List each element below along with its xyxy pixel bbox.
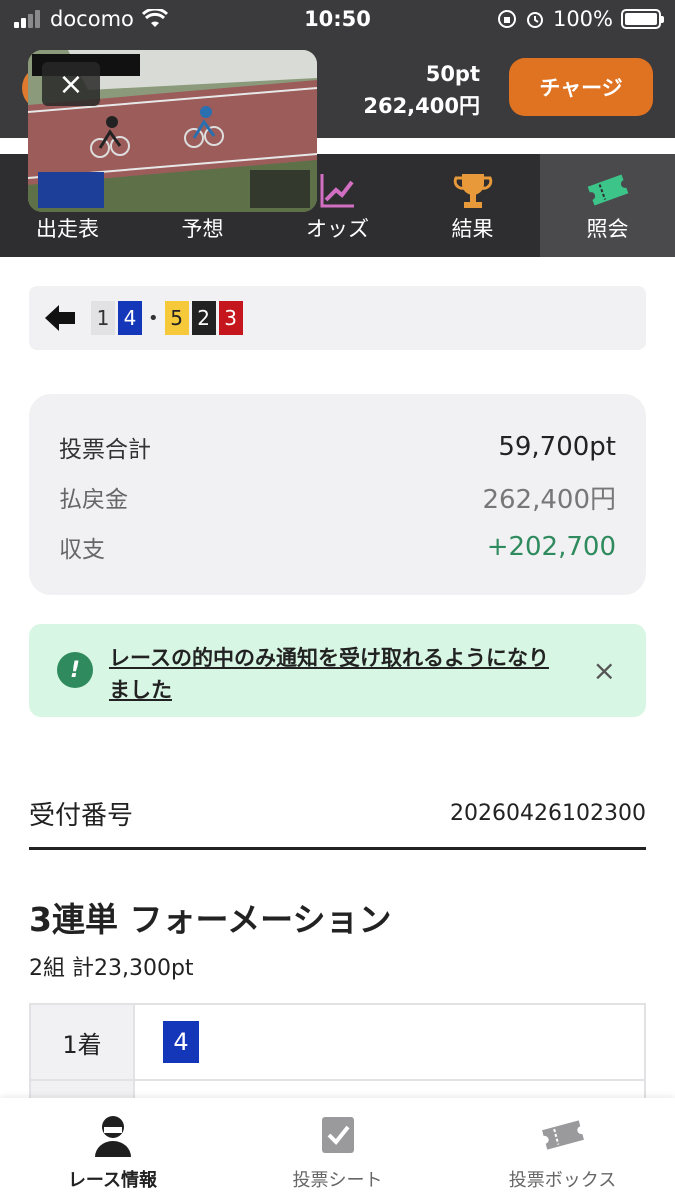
racer-icon [94, 1116, 131, 1157]
charge-button[interactable]: チャージ [509, 58, 653, 116]
bet-summary: 2組 計23,300pt [29, 956, 194, 981]
bike-number-5: 5 [164, 301, 189, 335]
points-value: 50pt [425, 62, 480, 86]
race-combination-row: 1 4 • 5 2 3 [29, 286, 646, 350]
alarm-icon [526, 12, 543, 28]
bike-number-badge: 4 [163, 1021, 199, 1063]
points-display: 50pt 262,400円 [363, 58, 480, 122]
tab-label: 結果 [451, 217, 494, 241]
vote-sheet-icon [321, 1117, 354, 1153]
table-row: 1着 4 [31, 1005, 644, 1081]
bike-number-4: 4 [118, 301, 142, 335]
close-video-button[interactable]: × [42, 62, 100, 106]
summary-card: 投票合計 59,700pt 払戻金 262,400円 収支 +202,700 [29, 394, 646, 595]
balance-label: 収支 [59, 537, 105, 563]
nav-label: レース情報 [67, 1170, 158, 1191]
position-cell: 4 [135, 1005, 644, 1079]
bike-number-3: 3 [218, 301, 243, 335]
odds-chart-icon [320, 174, 354, 208]
summary-row-balance: 収支 +202,700 [59, 522, 616, 572]
nav-ticket-box[interactable]: 投票ボックス [450, 1098, 675, 1200]
status-right: 100% [497, 7, 664, 31]
summary-row-payout: 払戻金 262,400円 [59, 472, 616, 522]
tab-label: 出走表 [36, 217, 99, 241]
bike-number-1: 1 [91, 301, 115, 335]
notification-banner: ! レースの的中のみ通知を受け取れるようになりました × [29, 624, 646, 717]
total-value: 59,700pt [498, 432, 616, 462]
payout-label: 払戻金 [59, 487, 128, 513]
nav-vote-sheet[interactable]: 投票シート [225, 1098, 450, 1200]
ticket-box-icon [541, 1120, 584, 1150]
tab-label: オッズ [306, 217, 369, 241]
position-label: 1着 [31, 1005, 135, 1079]
total-label: 投票合計 [59, 437, 151, 463]
close-notification-button[interactable]: × [593, 654, 616, 687]
trophy-icon [453, 174, 492, 208]
tab-inquiry[interactable]: 照会 [540, 154, 675, 257]
balance-value: 262,400円 [363, 94, 480, 118]
tab-label: 照会 [586, 217, 629, 241]
orientation-lock-icon [497, 10, 516, 28]
notification-link[interactable]: レースの的中のみ通知を受け取れるようになりました [109, 642, 569, 717]
number-separator: • [148, 307, 159, 329]
tab-results[interactable]: 結果 [405, 154, 540, 257]
receipt-value: 20260426102300 [450, 801, 646, 826]
live-video-player[interactable]: × [28, 50, 317, 212]
nav-label: 投票シート [292, 1170, 383, 1191]
bike-number-2: 2 [191, 301, 216, 335]
summary-row-total: 投票合計 59,700pt [59, 422, 616, 472]
status-bar: docomo 10:50 100% [0, 0, 675, 38]
exclamation-icon: ! [57, 652, 93, 688]
payout-value: 262,400円 [482, 484, 616, 515]
battery-percent: 100% [552, 7, 613, 31]
back-arrow-icon[interactable] [43, 303, 77, 333]
nav-race-info[interactable]: レース情報 [0, 1098, 225, 1200]
bottom-navigation: レース情報 投票シート 投票ボックス [0, 1098, 675, 1200]
balance-value-profit: +202,700 [486, 532, 616, 562]
receipt-number-row: 受付番号 20260426102300 [29, 780, 646, 850]
receipt-label: 受付番号 [29, 801, 134, 831]
battery-icon [621, 9, 664, 29]
ticket-icon [587, 174, 628, 206]
bet-type-title: 3連単 フォーメーション [29, 900, 392, 939]
tab-label: 予想 [181, 217, 224, 241]
nav-label: 投票ボックス [508, 1170, 617, 1191]
